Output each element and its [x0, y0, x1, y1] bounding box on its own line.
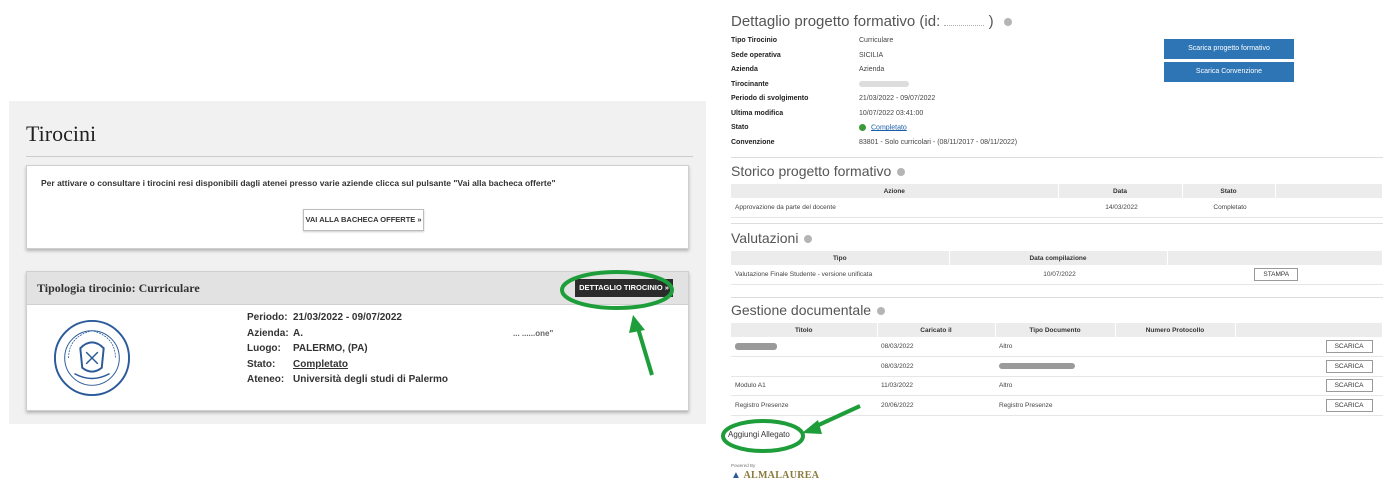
bacheca-card: Per attivare o consultare i tirocini res… [26, 165, 689, 249]
tirocinio-card-header: Tipologia tirocinio: Curriculare DETTAGL… [27, 272, 688, 305]
dettaglio-panel: Dettaglio progetto formativo (id: ) Tipo… [718, 0, 1383, 481]
table-row: 08/03/2022 SCARICA [731, 356, 1383, 377]
scarica-button[interactable]: SCARICA [1325, 359, 1373, 373]
tirocini-panel: Tirocini Per attivare o consultare i tir… [9, 101, 706, 424]
scarica-button[interactable]: SCARICA [1325, 379, 1373, 393]
redacted-name [859, 80, 909, 87]
logo-mark-icon: ▲ [731, 470, 742, 481]
status-dot-icon [859, 124, 866, 131]
scarica-convenzione-button[interactable]: Scarica Convenzione [1164, 62, 1294, 82]
table-row: 08/03/2022 Altro SCARICA [731, 337, 1383, 357]
help-icon[interactable] [897, 168, 906, 177]
tirocinio-type-title: Tipologia tirocinio: Curriculare [37, 281, 200, 295]
info-row-ateneo: Ateneo: Università degli studi di Palermo [247, 374, 449, 385]
tirocinio-info: Periodo: 21/03/2022 - 09/07/2022 Azienda:… [247, 312, 448, 390]
info-row-luogo: Luogo: PALERMO, (PA) [247, 343, 368, 354]
bacheca-offerte-button[interactable]: VAI ALLA BACHECA OFFERTE » [303, 209, 424, 231]
scarica-button[interactable]: SCARICA [1325, 398, 1373, 412]
bacheca-notice: Per attivare o consultare i tirocini res… [41, 178, 556, 188]
detail-list: Tipo Tirocinio Curriculare Sede operativa… [731, 37, 1018, 146]
storico-title: Storico progetto formativo [731, 163, 906, 179]
help-icon[interactable] [1003, 18, 1012, 27]
aggiungi-allegato-link[interactable]: Aggiungi Allegato [728, 430, 790, 439]
stato-completato-link[interactable]: Completato [871, 124, 907, 131]
documenti-table: Titolo Caricato il Tipo Documento Numero… [731, 323, 1383, 416]
scarica-button[interactable]: SCARICA [1325, 340, 1373, 353]
university-seal-icon [53, 319, 131, 397]
valutazioni-title: Valutazioni [731, 230, 813, 246]
help-icon[interactable] [804, 235, 813, 244]
stampa-button[interactable]: STAMPA [1254, 268, 1299, 281]
storico-table: Azione Data Stato Approvazione da parte … [731, 184, 1383, 218]
dettaglio-tirocinio-button[interactable]: DETTAGLIO TIROCINIO » [575, 279, 673, 297]
stato-link[interactable]: Completato [293, 359, 348, 370]
help-icon[interactable] [877, 307, 886, 316]
redacted-id [944, 25, 985, 26]
valutazioni-table: Tipo Data compilazione Valutazione Final… [731, 251, 1383, 285]
table-row: Valutazione Finale Studente - versione u… [731, 265, 1383, 285]
info-row-azienda: Azienda: A. [247, 327, 303, 339]
scarica-progetto-button[interactable]: Scarica progetto formativo [1164, 39, 1294, 59]
table-row: Approvazione da parte del docente 14/03/… [731, 198, 1383, 218]
detail-title: Dettaglio progetto formativo (id: ) [731, 13, 1012, 30]
redacted-title [735, 342, 777, 350]
info-row-stato: Stato: Completato [247, 358, 348, 370]
table-row: Modulo A1 11/03/2022 Altro SCARICA [731, 376, 1383, 396]
page-title: Tirocini [26, 121, 97, 146]
table-row: Registro Presenze 20/06/2022 Registro Pr… [731, 395, 1383, 416]
blurred-text: ... ......one" [513, 329, 554, 338]
info-row-periodo: Periodo: 21/03/2022 - 09/07/2022 [247, 312, 402, 323]
title-divider [26, 156, 693, 157]
almalaurea-logo: ▲ ALMALAUREA [731, 470, 820, 481]
powered-by-text: Powered By [731, 463, 756, 468]
tirocinio-card: Tipologia tirocinio: Curriculare DETTAGL… [26, 271, 689, 411]
documenti-title: Gestione documentale [731, 302, 886, 318]
redacted-type [999, 363, 1075, 370]
